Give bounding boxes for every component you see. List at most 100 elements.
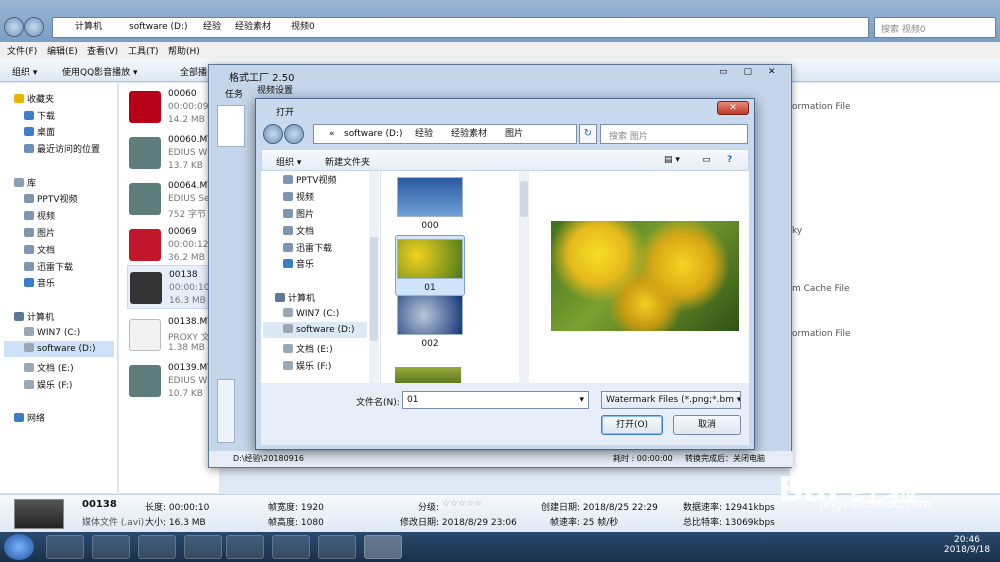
- new-folder-button[interactable]: 新建文件夹: [325, 155, 370, 168]
- path-pictures[interactable]: 图片: [505, 125, 523, 143]
- tree-drive-c[interactable]: WIN7 (C:): [283, 308, 339, 319]
- close-icon[interactable]: ✕: [717, 101, 749, 115]
- menu-file[interactable]: 文件(F): [7, 44, 37, 57]
- qq-play-button[interactable]: 使用QQ影音播放 ▾: [62, 65, 138, 78]
- nav-drive-f[interactable]: 娱乐 (F:): [24, 378, 72, 391]
- star-icon: [14, 94, 24, 103]
- nav-pptv[interactable]: PPTV视频: [24, 192, 78, 205]
- file-item[interactable]: 00064.MT EDIUS Se 752 字节: [119, 177, 219, 221]
- tree-thunder[interactable]: 迅雷下载: [283, 241, 332, 254]
- filename-input[interactable]: 01 ▾: [402, 391, 589, 409]
- path-overflow[interactable]: «: [329, 125, 335, 143]
- windows-taskbar: 20:46 2018/9/18: [0, 532, 1000, 562]
- cancel-button[interactable]: 取消: [673, 415, 741, 435]
- nav-network[interactable]: 网络: [14, 411, 45, 424]
- nav-computer[interactable]: 计算机: [14, 310, 54, 323]
- chevron-down-icon[interactable]: ▾: [579, 395, 584, 405]
- menu-help[interactable]: 帮助(H): [168, 44, 200, 57]
- rating-stars[interactable]: ☆☆☆☆☆: [442, 499, 482, 509]
- image-item[interactable]: 002: [395, 295, 465, 349]
- menu-edit[interactable]: 编辑(E): [47, 44, 78, 57]
- nav-desktop[interactable]: 桌面: [24, 125, 55, 138]
- taskbar-record-icon[interactable]: [318, 535, 356, 559]
- dialog-address-bar[interactable]: « software (D:) 经验 经验素材 图片: [313, 124, 577, 144]
- nav-video[interactable]: 视频: [24, 209, 55, 222]
- size-value: 大小: 16.3 MB: [145, 518, 206, 528]
- open-button[interactable]: 打开(O): [601, 415, 663, 435]
- address-bar[interactable]: 计算机 software (D:) 经验 经验素材 视频0: [52, 17, 869, 38]
- image-item[interactable]: 000: [395, 177, 465, 231]
- path-sucai[interactable]: 经验素材: [451, 125, 487, 143]
- taskbar-iqiyi-icon[interactable]: [272, 535, 310, 559]
- breadcrumb-jingyan[interactable]: 经验: [203, 18, 221, 37]
- path-jingyan[interactable]: 经验: [415, 125, 433, 143]
- window-controls[interactable]: ▭▢✕: [719, 67, 789, 79]
- image-thumbnail: [397, 177, 463, 217]
- nav-recent[interactable]: 最近访问的位置: [24, 142, 100, 155]
- file-item[interactable]: 00138.MT PROXY 文 1.38 MB: [119, 313, 219, 357]
- document-icon: [129, 319, 161, 351]
- play-all-button[interactable]: 全部播: [180, 65, 207, 78]
- tree-pptv[interactable]: PPTV视频: [283, 173, 337, 186]
- view-menu-icon[interactable]: ▤ ▾: [664, 155, 680, 165]
- taskbar-explorer-icon[interactable]: [92, 535, 130, 559]
- taskbar-firefox-icon[interactable]: [226, 535, 264, 559]
- nav-documents[interactable]: 文档: [24, 243, 55, 256]
- back-icon[interactable]: [263, 124, 283, 144]
- nav-pictures[interactable]: 图片: [24, 226, 55, 239]
- nav-favorites[interactable]: 收藏夹: [14, 92, 54, 105]
- nav-thunder[interactable]: 迅雷下载: [24, 260, 73, 273]
- file-item[interactable]: 00060.MT EDIUS W 13.7 KB: [119, 131, 219, 175]
- menu-tools[interactable]: 工具(T): [128, 44, 159, 57]
- grid-scrollbar[interactable]: [519, 171, 529, 383]
- preview-pane-icon[interactable]: ▭: [702, 155, 711, 165]
- breadcrumb-video0[interactable]: 视频0: [291, 18, 315, 37]
- filetype-select[interactable]: Watermark Files (*.png;*.bm ▾: [601, 391, 741, 409]
- file-item[interactable]: 00139.MT EDIUS W 10.7 KB: [119, 359, 219, 403]
- file-item-selected[interactable]: 00138 00:00:10 16.3 MB: [127, 265, 219, 309]
- menu-view[interactable]: 查看(V): [87, 44, 118, 57]
- path-drive-d[interactable]: software (D:): [344, 125, 403, 143]
- refresh-icon[interactable]: ↻: [579, 124, 597, 144]
- file-item[interactable]: 00069 00:00:12 36.2 MB: [119, 223, 219, 267]
- nav-drive-c[interactable]: WIN7 (C:): [24, 327, 80, 338]
- nav-music[interactable]: 音乐: [24, 276, 55, 289]
- nav-drive-e[interactable]: 文档 (E:): [24, 361, 74, 374]
- image-thumbnail-partial[interactable]: [395, 367, 461, 383]
- dialog-organize-button[interactable]: 组织 ▾: [276, 155, 301, 168]
- forward-icon[interactable]: [24, 17, 44, 37]
- nav-download[interactable]: 下载: [24, 109, 55, 122]
- tree-documents[interactable]: 文档: [283, 224, 314, 237]
- tree-drive-d[interactable]: software (D:): [263, 322, 367, 338]
- help-icon[interactable]: ?: [727, 155, 732, 165]
- dialog-search-input[interactable]: 搜索 图片: [600, 124, 748, 144]
- back-icon[interactable]: [4, 17, 24, 37]
- clock[interactable]: 20:46 2018/9/18: [940, 535, 994, 555]
- task-tab[interactable]: 任务: [225, 87, 243, 100]
- breadcrumb-drive-d[interactable]: software (D:): [129, 18, 188, 37]
- taskbar-360-icon[interactable]: [46, 535, 84, 559]
- nav-drive-d[interactable]: software (D:): [4, 341, 114, 357]
- file-size: 16.3 MB: [169, 296, 206, 306]
- taskbar-format-factory-icon[interactable]: [364, 535, 402, 559]
- tree-drive-e[interactable]: 文档 (E:): [283, 342, 333, 355]
- file-item[interactable]: 00060 00:00:09 14.2 MB: [119, 83, 219, 127]
- side-tools[interactable]: [217, 379, 235, 443]
- after-convert-option: 转换完成后：关闭电脑: [685, 454, 765, 463]
- tree-scrollbar[interactable]: [369, 171, 379, 383]
- taskbar-qq-icon[interactable]: [138, 535, 176, 559]
- forward-icon[interactable]: [284, 124, 304, 144]
- tree-video[interactable]: 视频: [283, 190, 314, 203]
- explorer-search-input[interactable]: 搜索 视频0: [874, 17, 996, 38]
- tree-computer[interactable]: 计算机: [275, 291, 315, 304]
- start-button[interactable]: [4, 534, 34, 560]
- tree-pictures[interactable]: 图片: [283, 207, 314, 220]
- tree-music[interactable]: 音乐: [283, 257, 314, 270]
- breadcrumb-computer[interactable]: 计算机: [75, 18, 102, 37]
- image-item-selected[interactable]: 01: [395, 235, 465, 296]
- breadcrumb-sucai[interactable]: 经验素材: [235, 18, 271, 37]
- taskbar-pptv-icon[interactable]: [184, 535, 222, 559]
- tree-drive-f[interactable]: 娱乐 (F:): [283, 359, 331, 372]
- nav-library[interactable]: 库: [14, 176, 36, 189]
- organize-button[interactable]: 组织 ▾: [12, 65, 37, 78]
